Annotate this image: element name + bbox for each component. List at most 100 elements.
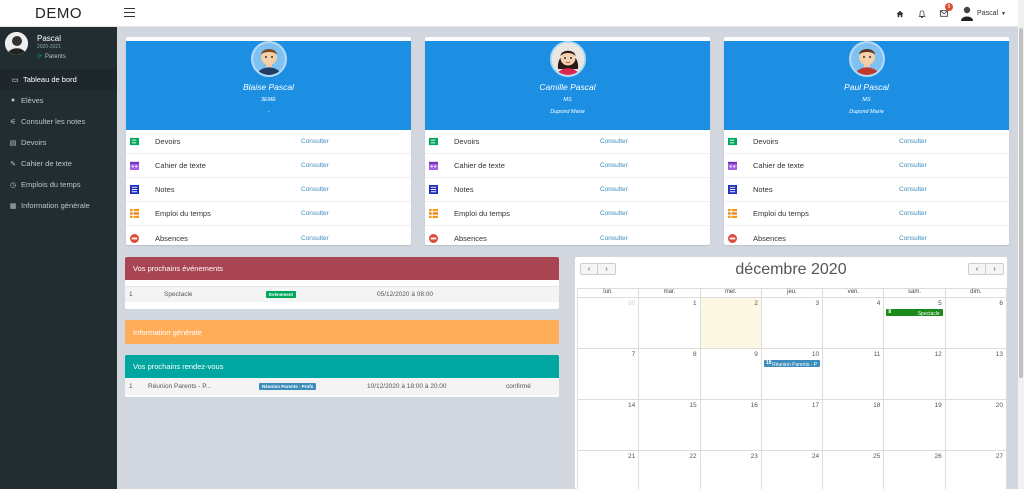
sliders-icon: ⚟ xyxy=(9,118,17,126)
sidebar-item-elèves[interactable]: ● Elèves xyxy=(0,90,117,111)
consulter-link[interactable]: Consulter xyxy=(899,162,927,169)
calendar-day-number: 20 xyxy=(995,402,1003,409)
clock-icon: ◷ xyxy=(9,181,17,189)
sidebar-item-consulter-les-notes[interactable]: ⚟ Consulter les notes xyxy=(0,111,117,132)
menu-toggle-icon[interactable] xyxy=(124,8,135,17)
consulter-link[interactable]: Consulter xyxy=(899,235,927,242)
calendar-day-cell[interactable]: 7 xyxy=(578,349,638,399)
consulter-link[interactable]: Consulter xyxy=(301,138,329,145)
consulter-link[interactable]: Consulter xyxy=(600,210,628,217)
consulter-link[interactable]: Consulter xyxy=(600,138,628,145)
calendar-day-cell[interactable]: 27 xyxy=(944,451,1006,489)
consulter-link[interactable]: Consulter xyxy=(600,235,628,242)
bell-icon[interactable] xyxy=(911,0,933,27)
card-row: Emploi du temps Consulter xyxy=(126,202,411,226)
child-class: MS xyxy=(862,97,871,103)
child-class: MS xyxy=(563,97,572,103)
calendar-day-cell[interactable]: 11 xyxy=(822,349,883,399)
calendar-day-cell[interactable]: 15 xyxy=(638,400,699,450)
calendar-prev-button-2[interactable]: ‹ xyxy=(968,263,986,275)
timetable-icon xyxy=(728,209,737,218)
calendar-event[interactable]: 18 Réunion Parents - P xyxy=(763,360,821,367)
calendar-day-number: 16 xyxy=(750,402,758,409)
consulter-link[interactable]: Consulter xyxy=(899,138,927,145)
sidebar-item-devoirs[interactable]: ▤ Devoirs xyxy=(0,132,117,153)
calendar-day-cell[interactable]: 6 xyxy=(944,298,1006,348)
calendar-day-header: mer. xyxy=(699,289,761,297)
calendar-day-cell[interactable]: 8 xyxy=(638,349,699,399)
event-row[interactable]: 1 Spectacle Evènement 05/12/2020 à 08:00 xyxy=(125,286,559,302)
calendar-day-cell[interactable]: 1 xyxy=(638,298,699,348)
briefcase-icon: ▤ xyxy=(9,139,17,147)
calendar-day-header: ven. xyxy=(822,289,883,297)
calendar-day-cell[interactable]: 25 xyxy=(822,451,883,489)
calendar-day-cell[interactable]: 17 xyxy=(760,400,822,450)
edit-icon: ✎ xyxy=(10,160,16,168)
home-icon[interactable] xyxy=(889,0,911,27)
sidebar-item-label: Consulter les notes xyxy=(21,117,86,126)
user-icon: ● xyxy=(10,97,16,104)
calendar-day-cell[interactable]: 21 xyxy=(578,451,638,489)
calendar-day-header: lun. xyxy=(603,289,613,295)
calendar-day-cell[interactable]: 4 xyxy=(822,298,883,348)
calendar-day-number: 18 xyxy=(873,402,881,409)
calendar-day-cell[interactable]: 12 xyxy=(883,349,944,399)
consulter-link[interactable]: Consulter xyxy=(899,210,927,217)
calendar-day-cell[interactable]: 14 xyxy=(578,400,638,450)
grades-icon xyxy=(130,185,139,194)
calendar-day-cell[interactable]: 16 xyxy=(699,400,761,450)
appointment-name: Réunion Parents - P... xyxy=(148,383,212,390)
calendar-day-cell[interactable]: 9 xyxy=(699,349,761,399)
calendar-day-cell[interactable]: 5 8 Spectacle xyxy=(883,298,944,348)
calendar-day-cell[interactable]: 20 xyxy=(944,400,1006,450)
appointment-row[interactable]: 1 Réunion Parents - P... Réunion Parents… xyxy=(125,378,559,395)
laptop-icon: ▭ xyxy=(11,76,19,84)
sidebar-item-cahier-de-texte[interactable]: ✎ Cahier de texte xyxy=(0,153,117,174)
calendar-day-header: sam. xyxy=(883,289,944,297)
calendar-next-button-2[interactable]: › xyxy=(986,263,1004,275)
info-header[interactable]: Information générale xyxy=(125,320,559,344)
sidebar-item-information-générale[interactable]: ▦ Information générale xyxy=(0,195,117,216)
calendar-day-cell[interactable]: 3 xyxy=(760,298,822,348)
card-row: Absences Consulter xyxy=(724,226,1009,245)
sidebar-item-tableau-de-bord[interactable]: ▭ Tableau de bord xyxy=(0,69,117,90)
consulter-link[interactable]: Consulter xyxy=(899,186,927,193)
calendar-day-cell[interactable]: 19 xyxy=(883,400,944,450)
calendar-day-cell[interactable]: 22 xyxy=(638,451,699,489)
calendar-day-cell[interactable]: 23 xyxy=(699,451,761,489)
card-row: Absences Consulter xyxy=(425,226,710,245)
scrollbar[interactable] xyxy=(1018,0,1024,489)
calendar-prev-button[interactable]: ‹ xyxy=(580,263,598,275)
sidebar-item-emplois-du-temps[interactable]: ◷ Emplois du temps xyxy=(0,174,117,195)
consulter-link[interactable]: Consulter xyxy=(301,162,329,169)
card-row-label: Cahier de texte xyxy=(454,161,505,170)
calendar-day-cell[interactable]: 10 18 Réunion Parents - P xyxy=(760,349,822,399)
calendar-day-cell[interactable]: 24 xyxy=(760,451,822,489)
calendar-day-cell[interactable]: 2 xyxy=(699,298,761,348)
consulter-link[interactable]: Consulter xyxy=(301,235,329,242)
card-row-label: Emploi du temps xyxy=(454,209,510,218)
calendar-next-button[interactable]: › xyxy=(598,263,616,275)
sidebar-item-label: Devoirs xyxy=(21,138,47,147)
calendar-event[interactable]: 8 Spectacle xyxy=(886,309,943,316)
child-card-3: Paul Pascal MS Dupond Marie Devoirs Consu… xyxy=(724,37,1009,245)
calendar-day-cell[interactable]: 26 xyxy=(883,451,944,489)
consulter-link[interactable]: Consulter xyxy=(600,162,628,169)
calendar-day-number: 27 xyxy=(995,453,1003,460)
consulter-link[interactable]: Consulter xyxy=(600,186,628,193)
app-logo[interactable]: DEMO xyxy=(0,0,117,27)
consulter-link[interactable]: Consulter xyxy=(301,210,329,217)
calendar-day-cell[interactable]: 30 xyxy=(578,298,638,348)
card-row-label: Absences xyxy=(753,233,786,243)
calendar-week: 7 8 9 10 18 Réunion Parents - P 11 12 13 xyxy=(577,348,1007,399)
calendar-day-headers: lun. mar. mer. jeu. ven. sam. dim. xyxy=(577,288,1007,297)
calendar-day-number: 8 xyxy=(692,351,697,358)
calendar-day-cell[interactable]: 13 xyxy=(944,349,1006,399)
user-year: 2020-2021 xyxy=(37,44,61,50)
user-menu[interactable]: Pascal ▼ xyxy=(955,0,1018,27)
consulter-link[interactable]: Consulter xyxy=(301,186,329,193)
calendar-day-cell[interactable]: 18 xyxy=(822,400,883,450)
envelope-icon[interactable]: 6 xyxy=(933,0,955,27)
child-teacher: Dupond Marie xyxy=(849,109,884,115)
calendar-day-number: 11 xyxy=(873,351,881,358)
